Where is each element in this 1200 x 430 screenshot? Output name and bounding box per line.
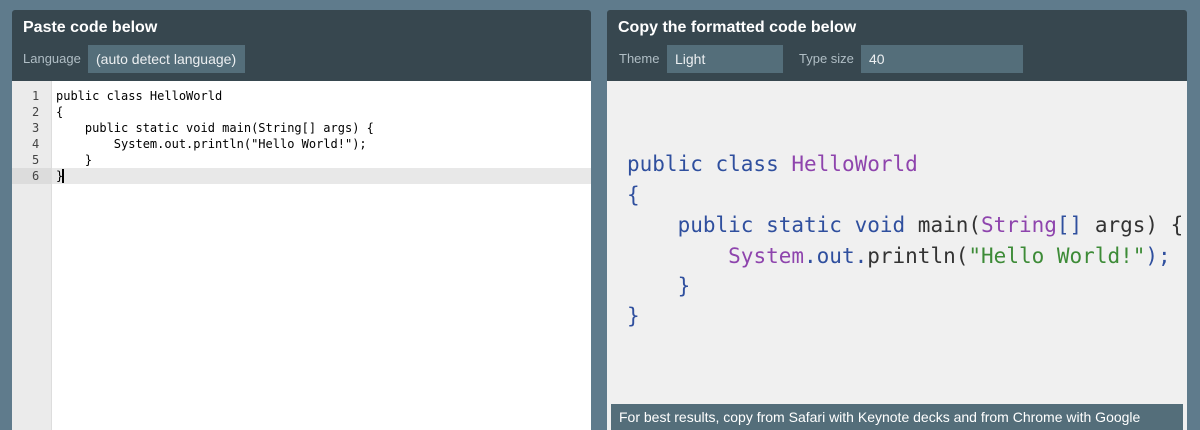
input-panel: Paste code below Language (auto detect l…	[12, 10, 591, 430]
keyword-token: public class	[627, 152, 792, 176]
language-select[interactable]: (auto detect language)	[88, 45, 245, 73]
punct-token: );	[1145, 244, 1171, 268]
line-number: 2	[32, 105, 40, 119]
active-line-highlight	[12, 168, 591, 184]
formatted-line: System.out.println("Hello World!");	[627, 241, 1171, 271]
class-token: String	[981, 213, 1057, 237]
line-number: 5	[32, 153, 40, 167]
theme-label: Theme	[619, 51, 660, 66]
formatted-line: public static void main(String[] args) {	[627, 210, 1184, 240]
method-token: main(	[917, 213, 982, 237]
input-panel-title: Paste code below	[23, 19, 158, 36]
keyword-token: public static void	[677, 213, 918, 237]
code-line: public static void main(String[] args) {	[56, 121, 374, 135]
type-size-input[interactable]: 40	[861, 45, 1023, 73]
code-line: }	[56, 153, 93, 167]
formatted-code-preview[interactable]: public class HelloWorld { public static …	[607, 81, 1187, 430]
output-panel: Copy the formatted code below Theme Ligh…	[607, 10, 1187, 430]
formatted-line: public class HelloWorld	[627, 149, 918, 179]
language-label: Language	[23, 51, 81, 66]
bracket-token: []	[1056, 213, 1095, 237]
theme-select[interactable]: Light	[667, 45, 783, 73]
brace-token: }	[627, 304, 640, 328]
code-line: public class HelloWorld	[56, 89, 223, 103]
text-cursor	[62, 169, 64, 183]
input-panel-header: Paste code below Language (auto detect l…	[12, 10, 591, 81]
line-number: 1	[32, 89, 40, 103]
code-line: System.out.println("Hello World!");	[56, 137, 367, 151]
line-number: 4	[32, 137, 40, 151]
member-token: .out.	[804, 244, 868, 268]
string-token: "Hello World!"	[968, 244, 1146, 268]
type-size-label: Type size	[799, 51, 854, 66]
formatted-line: }	[627, 301, 640, 331]
output-panel-title: Copy the formatted code below	[618, 19, 857, 36]
formatted-line: {	[627, 180, 640, 210]
param-token: args) {	[1094, 213, 1184, 237]
brace-token: {	[627, 183, 640, 207]
output-panel-header: Copy the formatted code below Theme Ligh…	[607, 10, 1187, 81]
line-number: 3	[32, 121, 40, 135]
code-editor[interactable]: 1 2 3 4 5 6 public class HelloWorld { pu…	[12, 81, 591, 430]
class-token: System	[728, 244, 805, 268]
class-token: HelloWorld	[791, 152, 918, 176]
hint-banner: For best results, copy from Safari with …	[611, 404, 1183, 430]
code-line: {	[56, 105, 64, 119]
brace-token: }	[677, 274, 691, 298]
formatted-line: }	[627, 271, 691, 301]
method-token: println(	[867, 244, 969, 268]
line-number: 6	[32, 169, 40, 183]
